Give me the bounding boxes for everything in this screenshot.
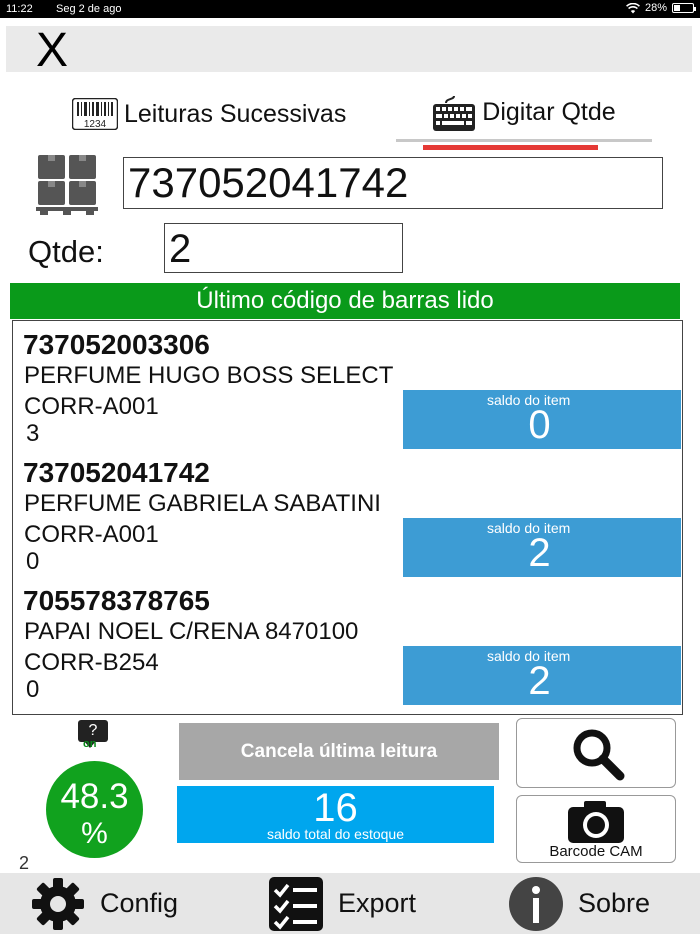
search-button[interactable] <box>516 718 676 788</box>
tab-leituras-label: Leituras Sucessivas <box>124 99 347 128</box>
nav-config[interactable]: Config <box>30 873 178 934</box>
top-bar: X <box>6 26 692 76</box>
item-quantity: 0 <box>26 676 40 703</box>
checklist-icon <box>269 876 323 931</box>
tab-digitar-label: Digitar Qtde <box>482 98 616 126</box>
item-quantity: 3 <box>26 420 40 447</box>
qtde-label: Qtde: <box>28 234 104 269</box>
battery-percent: 28% <box>644 2 667 14</box>
battery-icon <box>672 3 696 13</box>
tab-digitar-qtde[interactable]: Digitar Qtde <box>396 86 652 142</box>
last-barcode-banner: Último código de barras lido <box>10 283 680 319</box>
search-icon <box>573 729 625 781</box>
gear-icon <box>32 877 84 930</box>
barcode-cam-button[interactable]: Barcode CAM <box>516 795 676 863</box>
qtde-input[interactable]: 2 <box>164 223 403 273</box>
item-location: CORR-A001 <box>24 521 159 548</box>
status-bar: 11:22 Seg 2 de ago 28% <box>0 0 700 18</box>
item-saldo-box: saldo do item 0 <box>403 390 681 449</box>
nav-export-label: Export <box>338 888 417 918</box>
nav-sobre-label: Sobre <box>578 888 651 918</box>
item-saldo-value: 0 <box>528 403 551 447</box>
progress-percent-symbol: % <box>81 817 108 850</box>
status-date: Seg 2 de ago <box>56 3 122 15</box>
list-item[interactable]: 737052003306 PERFUME HUGO BOSS SELECT CO… <box>13 321 682 449</box>
item-code: 737052041742 <box>23 457 210 488</box>
read-counter: 2 <box>19 853 30 873</box>
tab-leituras-sucessivas[interactable]: 1234 Leituras Sucessivas <box>72 86 346 142</box>
barcode-1234-icon: 1234 <box>72 98 118 130</box>
camera-icon <box>568 801 624 843</box>
item-description: PERFUME GABRIELA SABATINI <box>24 490 381 517</box>
item-saldo-box: saldo do item 2 <box>403 646 681 705</box>
status-right: 28% <box>626 2 696 14</box>
progress-circle: 48.3 % <box>46 761 143 858</box>
nav-export[interactable]: Export <box>268 873 416 934</box>
item-description: PAPAI NOEL C/RENA 8470100 <box>24 618 359 645</box>
barcode-input[interactable]: 737052041742 <box>123 157 663 209</box>
close-button[interactable]: X <box>36 26 68 76</box>
total-stock-label: saldo total do estoque <box>267 826 404 842</box>
item-description: PERFUME HUGO BOSS SELECT <box>24 362 394 389</box>
barcode-cam-label: Barcode CAM <box>549 843 643 860</box>
keyboard-icon <box>433 95 476 131</box>
status-time: 11:22 <box>6 3 33 15</box>
item-quantity: 0 <box>26 548 40 575</box>
scanned-items-list[interactable]: 737052003306 PERFUME HUGO BOSS SELECT CO… <box>12 320 683 715</box>
item-saldo-value: 2 <box>528 531 551 575</box>
svg-text:1234: 1234 <box>84 119 107 130</box>
item-saldo-value: 2 <box>528 659 551 703</box>
help-status-label: on <box>83 738 97 750</box>
total-stock-value: 16 <box>313 786 358 830</box>
item-code: 705578378765 <box>23 585 210 616</box>
pallet-boxes-icon <box>36 155 98 215</box>
item-saldo-box: saldo do item 2 <box>403 518 681 577</box>
active-tab-indicator <box>423 145 598 150</box>
progress-value: 48.3 <box>60 777 129 816</box>
cancel-last-read-button[interactable]: Cancela última leitura <box>179 723 499 780</box>
item-location: CORR-B254 <box>24 649 159 676</box>
nav-sobre[interactable]: Sobre <box>508 873 650 934</box>
bottom-nav: Config Export Sobre <box>0 873 700 934</box>
total-stock-box: 16 saldo total do estoque <box>177 786 494 843</box>
wifi-icon <box>626 2 640 13</box>
info-icon <box>509 876 563 931</box>
list-item[interactable]: 737052041742 PERFUME GABRIELA SABATINI C… <box>13 449 682 577</box>
nav-config-label: Config <box>100 888 179 918</box>
list-item[interactable]: 705578378765 PAPAI NOEL C/RENA 8470100 C… <box>13 577 682 705</box>
item-code: 737052003306 <box>23 329 210 360</box>
item-location: CORR-A001 <box>24 393 159 420</box>
